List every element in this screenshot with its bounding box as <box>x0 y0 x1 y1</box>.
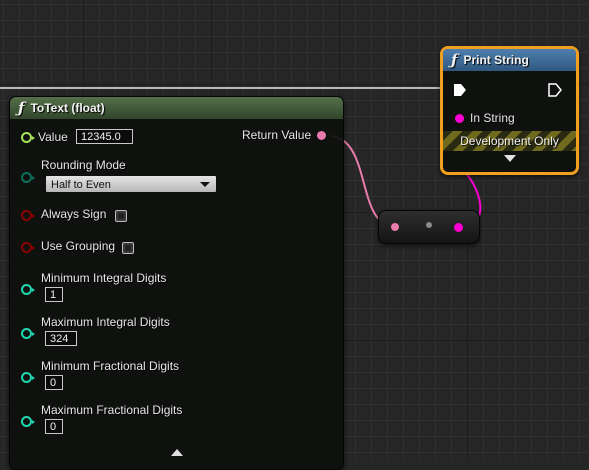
totext-float-node[interactable]: ƒ ToText (float) Value 12345.0 Return Va… <box>9 96 344 470</box>
always-sign-label: Always Sign <box>41 207 107 221</box>
function-icon: ƒ <box>18 99 25 117</box>
min-integral-pin-row[interactable] <box>21 284 35 295</box>
in-string-pin[interactable] <box>455 113 464 123</box>
max-integral-input[interactable]: 324 <box>45 331 77 346</box>
exec-out-pin[interactable] <box>548 83 562 97</box>
expand-arrow-icon[interactable] <box>504 155 516 163</box>
rounding-mode-dropdown[interactable]: Half to Even <box>45 175 217 193</box>
always-sign-pin[interactable] <box>21 210 35 221</box>
value-pin[interactable] <box>21 131 35 143</box>
max-integral-pin-row[interactable] <box>21 328 35 339</box>
max-integral-label: Maximum Integral Digits <box>41 315 170 329</box>
return-value-label: Return Value <box>242 128 312 142</box>
max-fractional-input[interactable]: 0 <box>45 419 63 434</box>
use-grouping-pin-row[interactable] <box>21 242 35 253</box>
rounding-mode-value: Half to Even <box>51 179 111 191</box>
print-string-title: Print String <box>463 53 529 67</box>
collapse-arrow-icon[interactable] <box>171 449 183 457</box>
use-grouping-checkbox[interactable] <box>122 242 134 254</box>
value-label: Value <box>38 130 68 144</box>
min-fractional-pin-row[interactable] <box>21 372 35 383</box>
min-integral-pin[interactable] <box>21 284 35 295</box>
in-string-pin-row[interactable]: In String <box>455 111 515 125</box>
in-string-label: In String <box>470 111 515 125</box>
min-integral-input[interactable]: 1 <box>45 287 63 302</box>
min-fractional-input[interactable]: 0 <box>45 375 63 390</box>
rounding-mode-pin-row[interactable] <box>21 172 35 183</box>
development-only-label: Development Only <box>460 134 559 148</box>
max-fractional-pin[interactable] <box>21 416 35 427</box>
totext-header[interactable]: ƒ ToText (float) <box>10 97 343 119</box>
return-value-pin-row[interactable]: Return Value <box>242 128 327 142</box>
function-icon: ƒ <box>451 51 458 69</box>
reroute-node[interactable] <box>378 210 480 244</box>
min-integral-label: Minimum Integral Digits <box>41 271 167 285</box>
min-fractional-label: Minimum Fractional Digits <box>41 359 180 373</box>
use-grouping-label: Use Grouping <box>41 239 116 253</box>
development-only-banner: Development Only <box>443 131 576 151</box>
max-fractional-pin-row[interactable] <box>21 416 35 427</box>
always-sign-pin-row[interactable] <box>21 210 35 221</box>
dropdown-arrow-icon <box>200 182 210 187</box>
value-pin-row[interactable]: Value <box>21 130 68 144</box>
value-input[interactable]: 12345.0 <box>76 129 133 144</box>
always-sign-checkbox[interactable] <box>115 210 127 222</box>
print-string-node[interactable]: ƒ Print String In String Development Onl… <box>440 46 579 175</box>
reroute-output-pin[interactable] <box>454 223 463 232</box>
max-integral-pin[interactable] <box>21 328 35 339</box>
reroute-input-pin[interactable] <box>391 223 399 231</box>
totext-title: ToText (float) <box>30 101 105 115</box>
print-string-header[interactable]: ƒ Print String <box>443 49 576 71</box>
max-fractional-label: Maximum Fractional Digits <box>41 403 183 417</box>
use-grouping-pin[interactable] <box>21 242 35 253</box>
reroute-center-dot <box>426 222 432 228</box>
min-fractional-pin[interactable] <box>21 372 35 383</box>
exec-in-pin[interactable] <box>453 83 467 97</box>
rounding-mode-pin[interactable] <box>21 172 35 183</box>
return-value-pin[interactable] <box>317 130 327 140</box>
rounding-mode-label: Rounding Mode <box>41 158 126 172</box>
